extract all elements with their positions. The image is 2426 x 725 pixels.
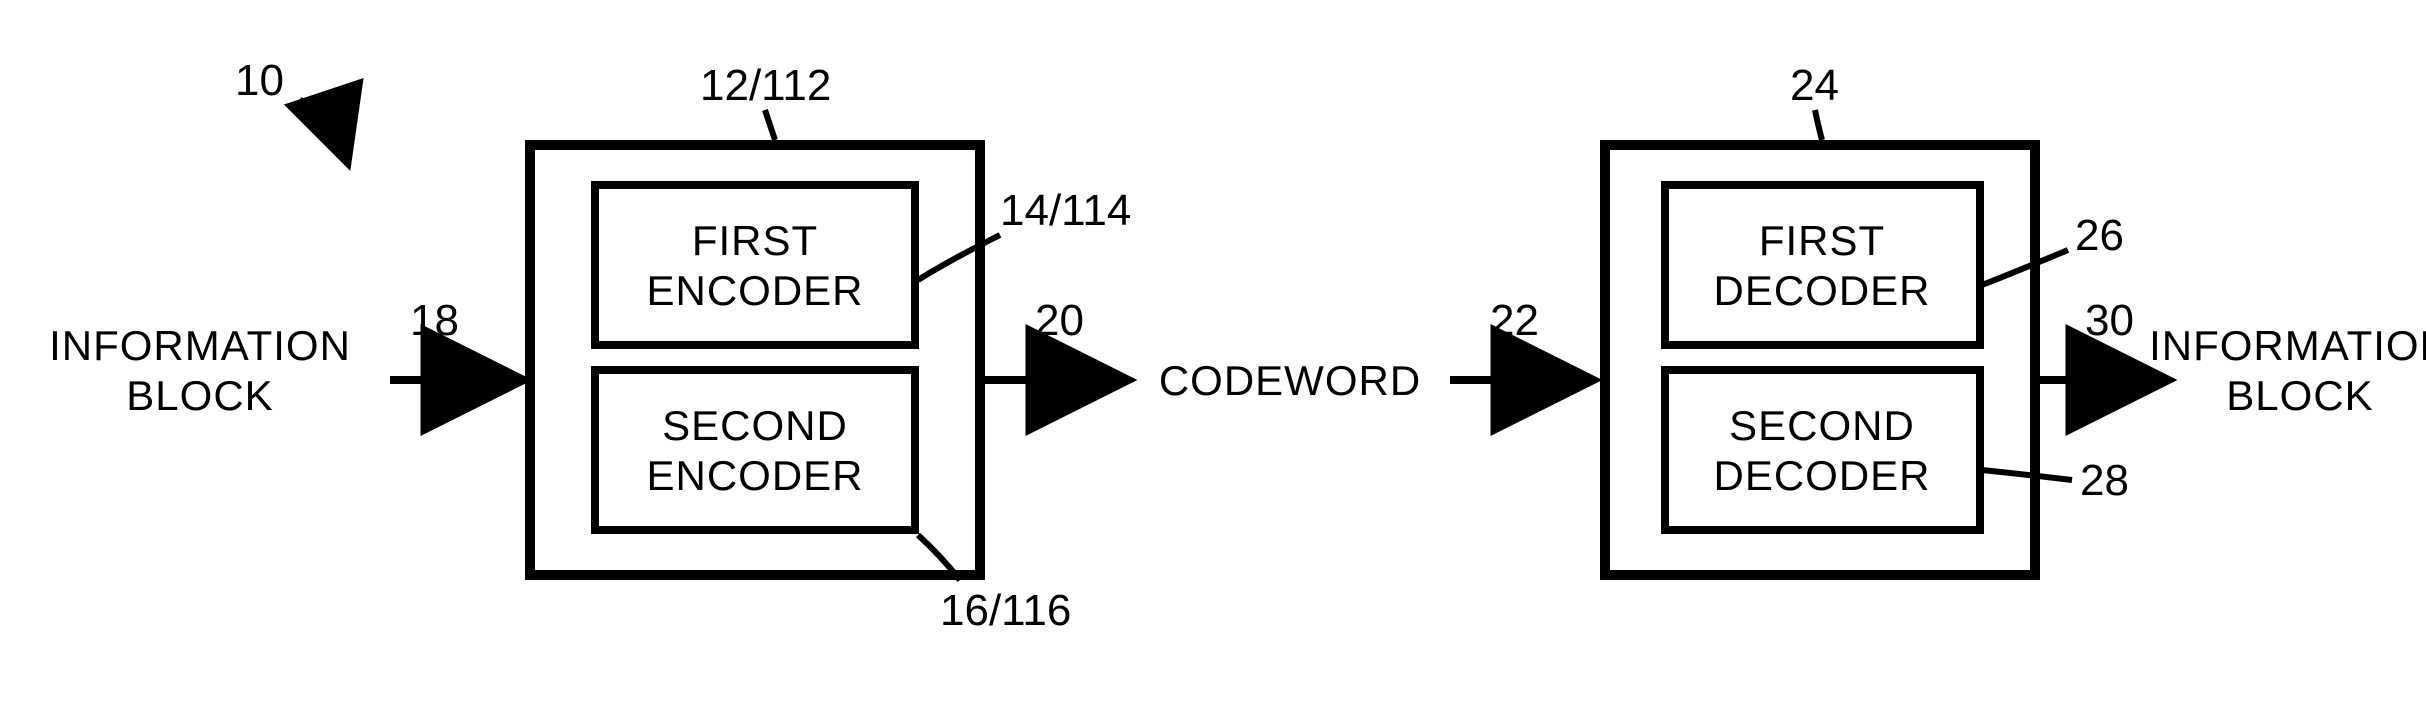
second-encoder-label-l1: SECOND xyxy=(662,402,848,449)
ref-26: 26 xyxy=(2075,211,2124,260)
ref-30: 30 xyxy=(2085,296,2134,345)
ref-14: 14/114 xyxy=(1000,186,1131,235)
ref-22: 22 xyxy=(1490,296,1539,345)
info-block-in-label-l2: BLOCK xyxy=(126,372,273,419)
ref-20: 20 xyxy=(1035,296,1084,345)
info-block-out-label-l1: INFORMATION xyxy=(2149,322,2426,369)
second-encoder-label-l2: ENCODER xyxy=(646,452,863,499)
second-decoder-label-l2: DECODER xyxy=(1713,452,1930,499)
leader-24 xyxy=(1815,110,1822,140)
second-decoder-label-l1: SECOND xyxy=(1729,402,1915,449)
info-block-out-label-l2: BLOCK xyxy=(2226,372,2373,419)
leader-10 xyxy=(300,100,345,155)
leader-14 xyxy=(918,235,1000,280)
first-decoder-label-l2: DECODER xyxy=(1713,267,1930,314)
info-block-in-label-l1: INFORMATION xyxy=(49,322,351,369)
decoder-block xyxy=(1605,145,2035,575)
first-encoder-label-l2: ENCODER xyxy=(646,267,863,314)
second-encoder-box xyxy=(595,370,915,530)
first-encoder-label-l1: FIRST xyxy=(692,217,818,264)
first-decoder-label-l1: FIRST xyxy=(1759,217,1885,264)
ref-18: 18 xyxy=(410,296,459,345)
leader-28 xyxy=(1982,470,2072,480)
ref-24: 24 xyxy=(1790,61,1839,110)
ref-10: 10 xyxy=(235,56,284,105)
diagram-canvas: INFORMATION BLOCK FIRST ENCODER SECOND E… xyxy=(0,0,2426,725)
codeword-label: CODEWORD xyxy=(1159,357,1421,404)
ref-12: 12/112 xyxy=(700,61,831,110)
ref-28: 28 xyxy=(2080,456,2129,505)
ref-16: 16/116 xyxy=(940,586,1071,635)
leader-12 xyxy=(765,110,775,140)
first-encoder-box xyxy=(595,185,915,345)
first-decoder-box xyxy=(1665,185,1980,345)
leader-26 xyxy=(1982,250,2068,285)
second-decoder-box xyxy=(1665,370,1980,530)
